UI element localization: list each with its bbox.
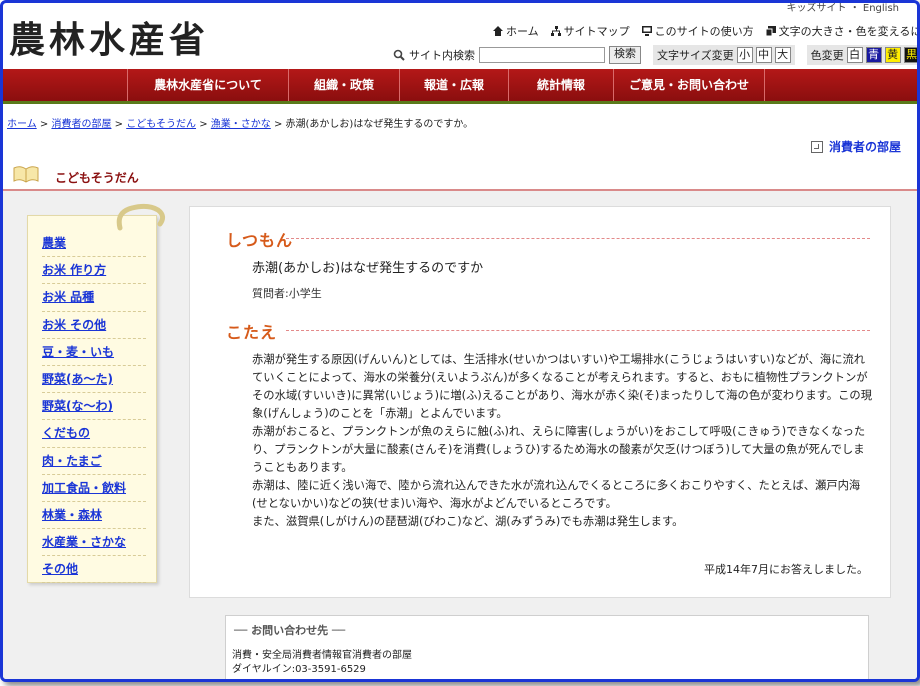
arrow-box-icon xyxy=(810,140,823,153)
window-icon xyxy=(765,26,776,36)
category-sidebar: 農業 お米 作り方 お米 品種 お米 その他 豆・麦・いも 野菜(あ〜た) 野菜… xyxy=(27,203,166,584)
search-input[interactable] xyxy=(479,47,605,63)
answer-paragraph: 赤潮が発生する原因(げんいん)としては、生活排水(せいかつはいすい)や工場排水(… xyxy=(252,353,872,420)
answer-body: 赤潮が発生する原因(げんいん)としては、生活排水(せいかつはいすい)や工場排水(… xyxy=(252,351,872,531)
contact-title: ── お問い合わせ先 ── xyxy=(234,624,346,637)
question-text: 赤潮(あかしお)はなぜ発生するのですか xyxy=(252,261,484,276)
font-size-small-button[interactable]: 小 xyxy=(736,47,753,63)
font-size-large-button[interactable]: 大 xyxy=(774,47,791,63)
utility-links: ホーム サイトマップ このサイトの使い方 文字の大きさ・色を変えるには xyxy=(493,23,917,39)
answer-divider xyxy=(286,330,870,331)
sidebar-item[interactable]: 林業・森林 xyxy=(42,502,146,530)
breadcrumb-fishery[interactable]: 漁業・さかな xyxy=(211,119,271,130)
section-title: こどもそうだん xyxy=(55,171,139,185)
color-black-button[interactable]: 黒 xyxy=(903,47,917,63)
color-label: 色変更 xyxy=(810,49,844,62)
sitemap-icon xyxy=(550,26,561,36)
section-header: こどもそうだん xyxy=(3,161,917,191)
howto-link[interactable]: このサイトの使い方 xyxy=(641,23,754,39)
breadcrumb-kids-consult[interactable]: こどもそうだん xyxy=(126,119,196,130)
site-logo[interactable]: 農林水産省 xyxy=(9,11,209,63)
sidebar-item[interactable]: 水産業・さかな xyxy=(42,529,146,557)
qa-panel: しつもん 赤潮(あかしお)はなぜ発生するのですか 質問者:小学生 こたえ 赤潮が… xyxy=(189,206,891,598)
consumer-room-link[interactable]: 消費者の部屋 xyxy=(810,138,901,155)
question-divider xyxy=(286,238,870,239)
open-book-icon xyxy=(13,166,39,183)
question-heading: しつもん xyxy=(226,231,294,250)
sidebar-item[interactable]: お米 その他 xyxy=(42,312,146,339)
monitor-icon xyxy=(641,26,652,36)
sidebar-item[interactable]: 農業 xyxy=(42,230,146,258)
sidebar-item[interactable]: 加工食品・飲料 xyxy=(42,475,146,502)
search-and-settings: サイト内検索 検索 文字サイズ変更 小 中 大 色変更 白 青 黄 黒 xyxy=(393,45,917,65)
nav-about[interactable]: 農林水産省について xyxy=(127,69,288,101)
answer-date: 平成14年7月にお答えしました。 xyxy=(704,563,868,576)
textcolor-link[interactable]: 文字の大きさ・色を変えるには xyxy=(765,23,917,39)
answer-paragraph: また、滋賀県(しがけん)の琵琶湖(びわこ)など、湖(みずうみ)でも赤潮は発生しま… xyxy=(252,515,684,528)
contact-department: 消費・安全局消費者情報官消費者の部屋 xyxy=(232,650,412,661)
home-icon xyxy=(493,26,503,36)
sidebar-item[interactable]: くだもの xyxy=(42,420,146,448)
sidebar-item[interactable]: 豆・麦・いも xyxy=(42,339,146,366)
sidebar-item[interactable]: お米 作り方 xyxy=(42,257,146,285)
contact-phone: ダイヤルイン:03-3591-6529 xyxy=(232,664,366,675)
color-white-button[interactable]: 白 xyxy=(846,47,863,63)
sidebar-item[interactable]: 野菜(な〜わ) xyxy=(42,393,146,421)
breadcrumb-home[interactable]: ホーム xyxy=(7,119,37,130)
color-controls: 色変更 白 青 黄 黒 xyxy=(806,45,917,65)
kids-english-links[interactable]: キッズサイト ・ English xyxy=(787,3,899,14)
color-yellow-button[interactable]: 黄 xyxy=(884,47,901,63)
search-label: サイト内検索 xyxy=(409,49,475,62)
answer-paragraph: 赤潮は、陸に近く浅い海で、陸から流れ込んできた水が流れ込んでくるところに多くおこ… xyxy=(252,479,861,510)
asker-text: 質問者:小学生 xyxy=(252,287,322,300)
color-blue-button[interactable]: 青 xyxy=(865,47,882,63)
global-nav: 農林水産省について 組織・政策 報道・広報 統計情報 ご意見・お問い合わせ xyxy=(3,69,917,104)
sidebar-item[interactable]: 肉・たまご xyxy=(42,448,146,475)
search-button[interactable]: 検索 xyxy=(609,46,641,64)
breadcrumb-current: 赤潮(あかしお)はなぜ発生するのですか。 xyxy=(285,119,474,130)
answer-paragraph: 赤潮がおこると、プランクトンが魚のえらに触(ふ)れ、えらに障害(しょうがい)をお… xyxy=(252,425,866,474)
font-size-label: 文字サイズ変更 xyxy=(657,49,734,62)
nav-contact[interactable]: ご意見・お問い合わせ xyxy=(613,69,765,101)
sitemap-link[interactable]: サイトマップ xyxy=(550,23,630,39)
font-size-controls: 文字サイズ変更 小 中 大 xyxy=(653,45,795,65)
sidebar-item[interactable]: 野菜(あ〜た) xyxy=(42,366,146,394)
contact-box: ── お問い合わせ先 ── 消費・安全局消費者情報官消費者の部屋 ダイヤルイン:… xyxy=(225,615,869,679)
magnifier-icon xyxy=(393,49,405,61)
nav-policy[interactable]: 組織・政策 xyxy=(288,69,399,101)
breadcrumb-consumer-room[interactable]: 消費者の部屋 xyxy=(51,119,111,130)
answer-heading: こたえ xyxy=(226,323,278,342)
sidebar-item[interactable]: お米 品種 xyxy=(42,284,146,312)
nav-press[interactable]: 報道・広報 xyxy=(399,69,508,101)
nav-statistics[interactable]: 統計情報 xyxy=(508,69,613,101)
paper-clip-icon xyxy=(116,203,166,231)
sidebar-item[interactable]: その他 xyxy=(42,556,146,584)
browser-frame: 農林水産省 キッズサイト ・ English ホーム サイトマップ このサイトの… xyxy=(0,0,920,682)
breadcrumb: ホーム > 消費者の部屋 > こどもそうだん > 漁業・さかな > 赤潮(あかし… xyxy=(7,119,474,130)
font-size-medium-button[interactable]: 中 xyxy=(755,47,772,63)
home-link[interactable]: ホーム xyxy=(493,23,539,39)
